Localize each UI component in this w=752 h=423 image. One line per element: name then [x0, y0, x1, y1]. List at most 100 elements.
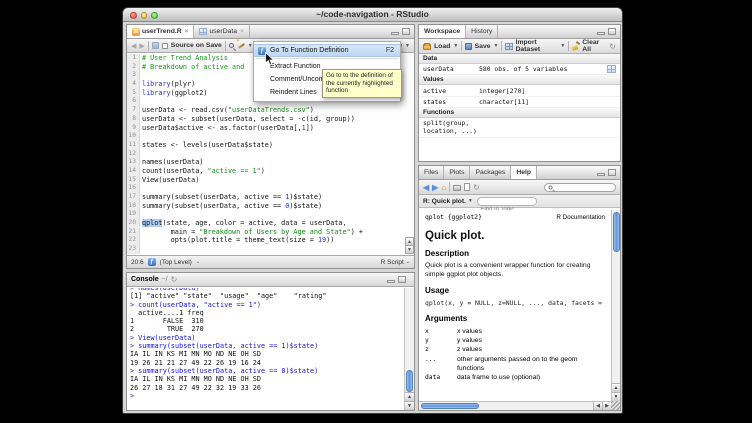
help-forward-icon[interactable]: ▶ [432, 183, 438, 192]
workspace-object-row[interactable]: split(group, location, ...) [419, 118, 620, 137]
source-on-save-checkbox[interactable] [162, 43, 168, 49]
help-back-icon[interactable]: ◀ [423, 183, 429, 192]
import-dataset-button[interactable]: Import Dataset [516, 39, 558, 53]
help-home-icon[interactable]: ⌂ [441, 183, 446, 192]
code-line[interactable]: 23 [127, 245, 414, 254]
workspace-object-row[interactable]: userData580 obs. of 5 variables [419, 64, 620, 75]
help-document[interactable]: qplot {ggplot2} R Documentation Quick pl… [419, 210, 611, 401]
minimize-pane-icon[interactable] [387, 280, 395, 283]
tab-help[interactable]: Help [511, 166, 537, 179]
workspace-object-row[interactable]: statescharacter[11] [419, 97, 620, 108]
tab-history[interactable]: History [466, 25, 498, 38]
console-working-dir: ~/ [162, 276, 168, 283]
menu-item-go-to-function-definition[interactable]: fGo To Function DefinitionF2 [254, 44, 400, 57]
scroll-up-icon[interactable]: ▲ [405, 392, 414, 401]
maximize-pane-icon[interactable] [608, 28, 616, 35]
console-refresh-icon[interactable]: ↻ [171, 275, 178, 284]
code-line[interactable]: 22 opts(plot.title = theme_text(size = 1… [127, 236, 414, 245]
view-data-grid-icon[interactable] [607, 65, 616, 73]
chevron-updown-icon[interactable]: ⌄ [406, 259, 410, 265]
search-icon[interactable] [229, 43, 234, 48]
scroll-down-icon[interactable]: ▼ [612, 392, 620, 401]
console-scrollbar[interactable]: ▲ ▼ [404, 288, 414, 410]
maximize-pane-icon[interactable] [402, 28, 410, 35]
scroll-thumb[interactable] [406, 370, 413, 392]
close-tab-icon[interactable]: × [240, 28, 244, 35]
code-line[interactable]: 21 main = "Breakdown of Users by Age and… [127, 228, 414, 237]
code-line[interactable]: 15View(userData) [127, 176, 414, 185]
open-in-new-window-icon[interactable] [464, 183, 470, 191]
topic-selector[interactable]: R: Quick plot. ▼ [423, 198, 473, 205]
load-button[interactable]: Load [434, 43, 450, 50]
scope-selector[interactable]: (Top Level) [160, 259, 192, 266]
console-output[interactable]: > names(userData)[1] "active" "state" "u… [127, 288, 404, 409]
help-vertical-scrollbar[interactable]: ▲ ▼ [611, 210, 620, 401]
argument-description: data frame to use (optional) [457, 373, 540, 382]
save-button[interactable]: Save [475, 43, 491, 50]
tab-plots[interactable]: Plots [444, 166, 470, 179]
save-icon[interactable] [152, 42, 159, 49]
tab-userdata[interactable]: userData × [194, 25, 249, 38]
help-search-box[interactable] [544, 183, 616, 192]
chevron-down-icon[interactable]: ▼ [405, 43, 410, 49]
code-line[interactable]: 20qplot(state, age, color = active, data… [127, 219, 414, 228]
code-line[interactable]: 7userData <- read.csv("userDataTrends.cs… [127, 106, 414, 115]
scroll-down-icon[interactable]: ▼ [405, 401, 414, 410]
editor-scrollbar[interactable]: ▲ ▼ [405, 237, 414, 255]
scroll-thumb[interactable] [613, 212, 620, 252]
chevron-down-icon[interactable]: ▼ [560, 43, 565, 49]
tab-files[interactable]: Files [419, 166, 444, 179]
scroll-right-icon[interactable]: ▶ [602, 402, 611, 410]
window-title: ~/code-navigation - RStudio [123, 8, 622, 21]
tab-workspace[interactable]: Workspace [419, 25, 466, 38]
code-line[interactable]: 17summary(subset(userData, active == 1)$… [127, 193, 414, 202]
chevron-down-icon[interactable]: ▼ [248, 43, 253, 49]
code-line[interactable]: 9userData$active <- as.factor(userData[,… [127, 124, 414, 133]
tab-usertrend-r[interactable]: R userTrend.R × [127, 25, 194, 38]
console-command: > count(userData, "active == 1") [130, 301, 404, 309]
print-icon[interactable] [453, 185, 461, 191]
resize-grip[interactable] [611, 401, 620, 410]
minimize-pane-icon[interactable] [391, 32, 399, 35]
refresh-icon[interactable]: ↻ [609, 42, 616, 51]
back-icon[interactable]: ◀ [131, 42, 136, 50]
code-line[interactable]: 18summary(subset(userData, active == 0)$… [127, 202, 414, 211]
code-line[interactable]: 16 [127, 184, 414, 193]
clear-all-button[interactable]: Clear All [582, 39, 606, 53]
workspace-object-row[interactable]: activeinteger[270] [419, 85, 620, 96]
workspace-pane: Workspace History Load ▼ Save ▼ Import D… [418, 24, 621, 162]
file-type-selector[interactable]: R Script [381, 259, 404, 266]
close-window-button[interactable] [130, 12, 137, 19]
scroll-down-icon[interactable]: ▼ [405, 245, 414, 254]
minimize-pane-icon[interactable] [597, 173, 605, 176]
code-line[interactable]: 8userData <- subset(userData, select = -… [127, 115, 414, 124]
code-tools-wand-icon[interactable] [237, 42, 245, 50]
close-tab-icon[interactable]: × [185, 28, 189, 35]
scroll-thumb[interactable] [421, 403, 479, 409]
maximize-pane-icon[interactable] [398, 276, 406, 283]
scroll-up-icon[interactable]: ▲ [612, 383, 620, 392]
titlebar[interactable]: ~/code-navigation - RStudio [123, 8, 622, 22]
chevron-down-icon[interactable]: ▼ [453, 43, 458, 49]
code-line[interactable]: 13names(userData) [127, 158, 414, 167]
line-number: 7 [127, 106, 140, 115]
forward-icon[interactable]: ▶ [139, 42, 144, 50]
zoom-window-button[interactable] [151, 12, 158, 19]
code-line[interactable]: 10 [127, 132, 414, 141]
help-search-input[interactable] [555, 184, 610, 190]
chevron-down-icon[interactable]: ▼ [494, 43, 499, 49]
find-in-topic-box[interactable] [477, 197, 537, 206]
console-result: IA IL IN KS MI MN MO ND NE OH SD [130, 375, 404, 383]
code-line[interactable]: 12 [127, 150, 414, 159]
code-line[interactable]: 11states <- levels(userData$state) [127, 141, 414, 150]
minimize-pane-icon[interactable] [597, 32, 605, 35]
tab-packages[interactable]: Packages [470, 166, 511, 179]
maximize-pane-icon[interactable] [608, 169, 616, 176]
help-refresh-icon[interactable]: ↻ [473, 183, 480, 192]
help-horizontal-scrollbar[interactable]: ◀ ▶ [419, 401, 611, 410]
minimize-window-button[interactable] [141, 12, 148, 19]
chevron-updown-icon[interactable]: ⌄ [196, 259, 200, 265]
code-line[interactable]: 14count(userData, "active == 1") [127, 167, 414, 176]
scroll-left-icon[interactable]: ◀ [593, 402, 602, 410]
code-line[interactable]: 19 [127, 210, 414, 219]
